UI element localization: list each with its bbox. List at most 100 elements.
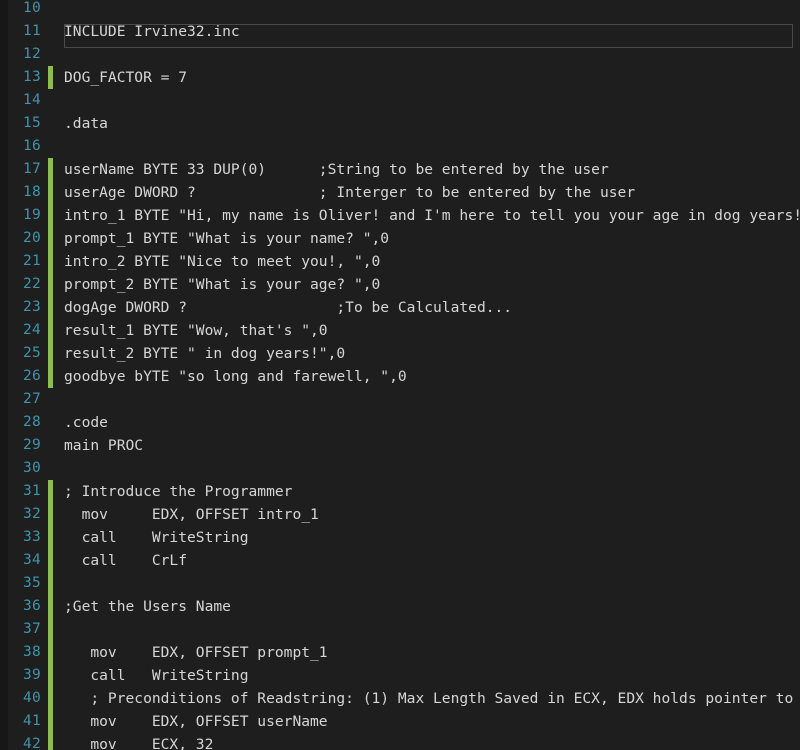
line-number: 17 bbox=[22, 161, 41, 177]
gutter-change-marker[interactable] bbox=[48, 227, 53, 250]
line-number: 11 bbox=[22, 23, 41, 39]
code-text[interactable]: prompt_2 BYTE "What is your age? ",0 bbox=[64, 273, 380, 296]
code-line[interactable]: 29 main PROC bbox=[0, 434, 800, 457]
gutter-change-marker[interactable] bbox=[48, 641, 53, 664]
line-number: 20 bbox=[22, 230, 41, 246]
code-text[interactable]: call WriteString bbox=[64, 526, 249, 549]
line-number: 38 bbox=[22, 644, 41, 660]
code-text[interactable]: .code bbox=[64, 411, 108, 434]
code-line[interactable]: 15 .data bbox=[0, 112, 800, 135]
code-editor[interactable]: 10 11 INCLUDE Irvine32.inc 12 13 DOG_FACTOR =… bbox=[0, 0, 800, 750]
code-line[interactable]: 41 mov EDX, OFFSET userName bbox=[0, 710, 800, 733]
code-line[interactable]: 10 bbox=[0, 0, 800, 20]
gutter-change-marker[interactable] bbox=[48, 733, 53, 750]
code-line[interactable]: 18 userAge DWORD ? ; Interger to be enter… bbox=[0, 181, 800, 204]
gutter-change-marker[interactable] bbox=[48, 618, 53, 641]
code-line[interactable]: 21 intro_2 BYTE "Nice to meet you!, ",0 bbox=[0, 250, 800, 273]
line-number: 35 bbox=[22, 575, 41, 591]
gutter-change-marker[interactable] bbox=[48, 181, 53, 204]
code-line[interactable]: 39 call WriteString bbox=[0, 664, 800, 687]
gutter-change-marker[interactable] bbox=[48, 595, 53, 618]
code-text[interactable]: .data bbox=[64, 112, 108, 135]
gutter-change-marker[interactable] bbox=[48, 365, 53, 388]
line-number: 18 bbox=[22, 184, 41, 200]
code-text[interactable]: intro_2 BYTE "Nice to meet you!, ",0 bbox=[64, 250, 380, 273]
code-text[interactable]: goodbye bYTE "so long and farewell, ",0 bbox=[64, 365, 407, 388]
code-line[interactable]: 12 bbox=[0, 43, 800, 66]
gutter-change-marker[interactable] bbox=[48, 66, 53, 89]
line-number: 41 bbox=[22, 713, 41, 729]
line-number: 24 bbox=[22, 322, 41, 338]
code-text[interactable]: dogAge DWORD ? ;To be Calculated... bbox=[64, 296, 512, 319]
line-number: 21 bbox=[22, 253, 41, 269]
gutter-change-marker[interactable] bbox=[48, 526, 53, 549]
gutter-change-marker[interactable] bbox=[48, 250, 53, 273]
gutter-change-marker[interactable] bbox=[48, 158, 53, 181]
code-line[interactable]: 23 dogAge DWORD ? ;To be Calculated... bbox=[0, 296, 800, 319]
code-line[interactable]: 35 bbox=[0, 572, 800, 595]
line-number: 22 bbox=[22, 276, 41, 292]
gutter-change-marker[interactable] bbox=[48, 710, 53, 733]
code-text[interactable]: ; Preconditions of Readstring: (1) Max L… bbox=[64, 687, 800, 710]
line-number: 23 bbox=[22, 299, 41, 315]
code-line[interactable]: 37 bbox=[0, 618, 800, 641]
gutter-change-marker[interactable] bbox=[48, 273, 53, 296]
code-text[interactable]: INCLUDE Irvine32.inc bbox=[64, 20, 240, 43]
code-text[interactable]: userAge DWORD ? ; Interger to be entered… bbox=[64, 181, 635, 204]
code-text[interactable]: DOG_FACTOR = 7 bbox=[64, 66, 187, 89]
code-text[interactable]: ; Introduce the Programmer bbox=[64, 480, 292, 503]
code-line[interactable]: 38 mov EDX, OFFSET prompt_1 bbox=[0, 641, 800, 664]
line-number: 34 bbox=[22, 552, 41, 568]
code-line[interactable]: 36 ;Get the Users Name bbox=[0, 595, 800, 618]
line-number: 26 bbox=[22, 368, 41, 384]
code-line[interactable]: 30 bbox=[0, 457, 800, 480]
code-text[interactable]: result_2 BYTE " in dog years!",0 bbox=[64, 342, 345, 365]
code-line[interactable]: 22 prompt_2 BYTE "What is your age? ",0 bbox=[0, 273, 800, 296]
code-line[interactable]: 27 bbox=[0, 388, 800, 411]
code-text[interactable]: ;Get the Users Name bbox=[64, 595, 231, 618]
code-line[interactable]: 20 prompt_1 BYTE "What is your name? ",0 bbox=[0, 227, 800, 250]
code-line[interactable]: 34 call CrLf bbox=[0, 549, 800, 572]
code-text[interactable]: result_1 BYTE "Wow, that's ",0 bbox=[64, 319, 328, 342]
code-text[interactable]: mov EDX, OFFSET userName bbox=[64, 710, 327, 733]
line-number: 14 bbox=[22, 92, 41, 108]
code-line[interactable]: 19 intro_1 BYTE "Hi, my name is Oliver! a… bbox=[0, 204, 800, 227]
code-line[interactable]: 31 ; Introduce the Programmer bbox=[0, 480, 800, 503]
code-line[interactable]: 14 bbox=[0, 89, 800, 112]
gutter-change-marker[interactable] bbox=[48, 664, 53, 687]
gutter-change-marker[interactable] bbox=[48, 342, 53, 365]
code-text[interactable]: call WriteString bbox=[64, 664, 248, 687]
code-text[interactable]: call CrLf bbox=[64, 549, 187, 572]
code-line[interactable]: 16 bbox=[0, 135, 800, 158]
code-text[interactable]: mov EDX, OFFSET prompt_1 bbox=[64, 641, 327, 664]
code-line[interactable]: 24 result_1 BYTE "Wow, that's ",0 bbox=[0, 319, 800, 342]
code-line[interactable]: 42 mov ECX, 32 bbox=[0, 733, 800, 750]
line-number: 19 bbox=[22, 207, 41, 223]
code-text[interactable]: intro_1 BYTE "Hi, my name is Oliver! and… bbox=[64, 204, 800, 227]
code-line[interactable]: 33 call WriteString bbox=[0, 526, 800, 549]
gutter-change-marker[interactable] bbox=[48, 687, 53, 710]
code-text[interactable]: mov EDX, OFFSET intro_1 bbox=[64, 503, 319, 526]
line-number: 28 bbox=[22, 414, 41, 430]
code-text[interactable]: mov ECX, 32 bbox=[64, 733, 213, 750]
code-line[interactable]: 25 result_2 BYTE " in dog years!",0 bbox=[0, 342, 800, 365]
code-line[interactable]: 17 userName BYTE 33 DUP(0) ;String to be … bbox=[0, 158, 800, 181]
gutter-change-marker[interactable] bbox=[48, 480, 53, 503]
gutter-change-marker[interactable] bbox=[48, 503, 53, 526]
gutter-change-marker[interactable] bbox=[48, 204, 53, 227]
code-line[interactable]: 11 INCLUDE Irvine32.inc bbox=[0, 20, 800, 48]
gutter-change-marker[interactable] bbox=[48, 296, 53, 319]
code-text[interactable]: userName BYTE 33 DUP(0) ;String to be en… bbox=[64, 158, 609, 181]
code-line[interactable]: 28 .code bbox=[0, 411, 800, 434]
line-number: 15 bbox=[22, 115, 41, 131]
code-line[interactable]: 40 ; Preconditions of Readstring: (1) Ma… bbox=[0, 687, 800, 710]
code-text[interactable]: prompt_1 BYTE "What is your name? ",0 bbox=[64, 227, 389, 250]
gutter-change-marker[interactable] bbox=[48, 572, 53, 595]
gutter-change-marker[interactable] bbox=[48, 549, 53, 572]
line-number: 39 bbox=[22, 667, 41, 683]
gutter-change-marker[interactable] bbox=[48, 319, 53, 342]
code-text[interactable]: main PROC bbox=[64, 434, 143, 457]
code-line[interactable]: 32 mov EDX, OFFSET intro_1 bbox=[0, 503, 800, 526]
code-line[interactable]: 26 goodbye bYTE "so long and farewell, ",… bbox=[0, 365, 800, 388]
code-line[interactable]: 13 DOG_FACTOR = 7 bbox=[0, 66, 800, 89]
